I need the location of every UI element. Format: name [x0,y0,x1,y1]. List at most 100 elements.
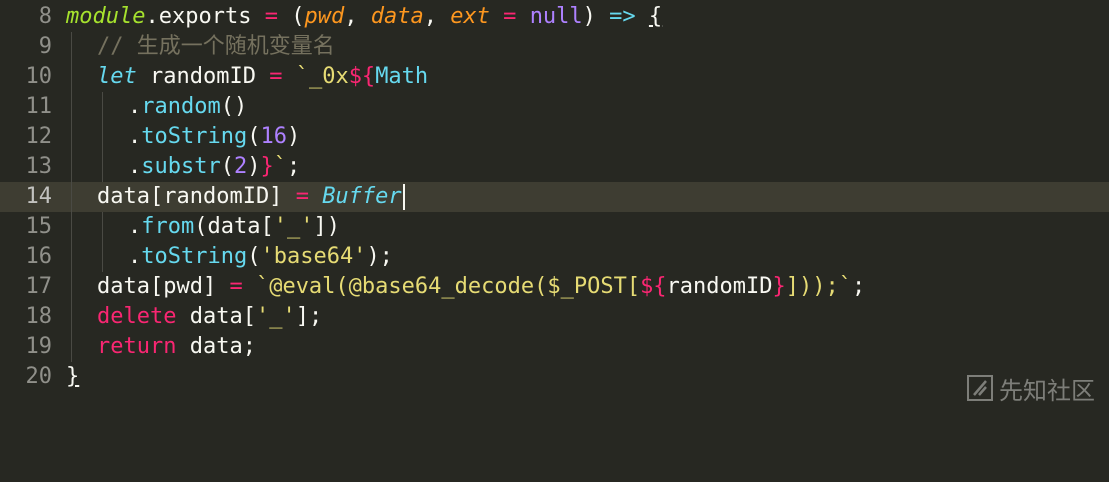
code-token: = [489,4,530,29]
code-line[interactable]: 10 let randomID = `_0x${Math [0,62,1109,92]
code-token: () [220,94,248,119]
code-token: ( [220,154,234,179]
line-number: 12 [25,124,53,149]
code-token: ext [450,4,490,29]
code-token: ${ [348,64,376,89]
line-code[interactable]: .toString('base64'); [128,242,393,272]
line-number: 19 [25,334,53,359]
code-line[interactable]: 12 .toString(16) [0,122,1109,152]
line-code[interactable]: } [66,362,79,392]
line-number: 16 [25,244,53,269]
code-line[interactable]: 16 .toString('base64'); [0,242,1109,272]
code-token: substr [141,154,221,179]
code-token: `_0x [295,64,349,89]
watermark: 先知社区 [967,373,1095,405]
line-code[interactable]: return data; [97,332,256,362]
code-token: ) [286,124,301,149]
code-token: 2 [233,154,248,179]
line-number: 18 [25,304,53,329]
indent-guide [71,182,72,212]
code-token: data [370,4,424,29]
line-code[interactable]: .from(data['_']) [128,212,340,242]
line-number: 15 [25,214,53,239]
indent-guide [71,62,72,92]
indent-guide [71,242,72,272]
indent-guide [102,212,103,242]
code-token: ; [286,154,301,179]
code-token: } [772,274,786,299]
code-token: toString [141,244,248,269]
code-token: pwd [304,4,345,29]
line-number: 9 [38,34,52,59]
code-line[interactable]: 11 .random() [0,92,1109,122]
code-line[interactable]: 13 .substr(2)}`; [0,152,1109,182]
code-editor[interactable]: 8 module.exports = (pwd, data, ext = nul… [0,0,1109,411]
code-token: } [260,154,274,179]
code-line[interactable]: 9 // 生成一个随机变量名 [0,32,1109,62]
indent-guide [102,152,103,182]
code-token: , [344,4,371,29]
line-number: 8 [38,4,52,29]
code-token: { [648,4,663,29]
indent-guide [71,272,72,302]
line-code[interactable]: let randomID = `_0x${Math [97,62,428,92]
code-token: ${ [640,274,667,299]
code-line[interactable]: 20 } [0,362,1109,392]
xianzhi-logo-icon [967,375,993,401]
code-comment: // 生成一个随机变量名 [97,34,335,59]
code-token: data[ [176,304,256,329]
text-cursor [402,184,405,210]
line-code[interactable]: data[randomID] = Buffer [97,182,405,212]
code-line[interactable]: 19 return data; [0,332,1109,362]
code-token: => [609,4,636,29]
code-token: (data[ [194,214,274,239]
code-line[interactable]: 8 module.exports = (pwd, data, ext = nul… [0,2,1109,32]
indent-guide [71,212,72,242]
indent-guide [71,92,72,122]
line-code[interactable]: .toString(16) [128,122,300,152]
code-token: Math [375,64,429,89]
line-code[interactable]: .random() [128,92,247,122]
code-line-current[interactable]: 14 data[randomID] = Buffer [0,182,1109,212]
code-token: null [529,4,583,29]
indent-guide [71,302,72,332]
code-token: ]) [313,214,340,239]
line-code[interactable]: module.exports = (pwd, data, ext = null)… [66,2,662,32]
indent-guide [71,122,72,152]
line-code[interactable]: .substr(2)}`; [128,152,300,182]
indent-guide [71,332,72,362]
code-token: data[randomID] [97,184,296,209]
code-token: delete [97,304,177,329]
code-token: data[pwd] [97,274,230,299]
code-token: . [128,214,142,239]
code-token: ( [247,124,261,149]
line-number: 14 [25,184,53,209]
code-line[interactable]: 17 data[pwd] = `@eval(@base64_decode($_P… [0,272,1109,302]
line-number: 20 [25,364,53,389]
code-token: ( [247,244,261,269]
line-code[interactable]: // 生成一个随机变量名 [97,32,335,62]
code-line[interactable]: 18 delete data['_']; [0,302,1109,332]
code-token: , [423,4,451,29]
indent-guide [102,122,103,152]
code-line[interactable]: 15 .from(data['_']) [0,212,1109,242]
code-token: ; [852,274,866,299]
indent-guide [102,242,103,272]
code-token: } [66,364,80,389]
code-token: 'base64' [260,244,367,269]
code-token: . [128,154,142,179]
code-token: let [97,64,137,89]
line-code[interactable]: delete data['_']; [97,302,322,332]
code-token: module [66,4,146,29]
line-code[interactable]: data[pwd] = `@eval(@base64_decode($_POST… [97,272,865,302]
indent-guide [71,152,72,182]
code-token: '_' [255,304,296,329]
code-token: = [251,4,292,29]
code-token: 16 [260,124,287,149]
code-token: . [128,124,142,149]
watermark-text: 先知社区 [999,376,1095,405]
code-token: Buffer [322,184,402,209]
